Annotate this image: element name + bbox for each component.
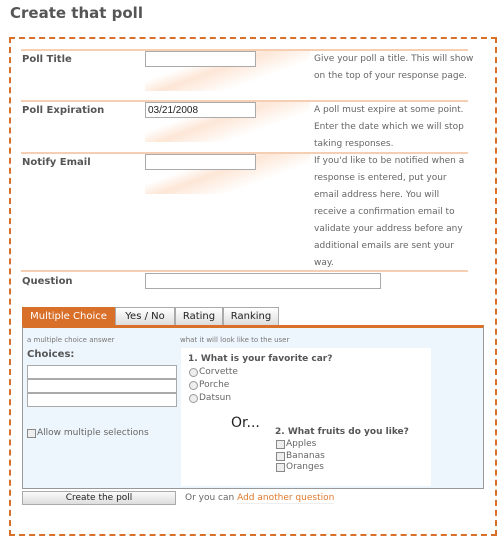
preview-question-1: 1. What is your favorite car?: [188, 354, 333, 364]
create-poll-button[interactable]: Create the poll: [22, 491, 176, 505]
choice-input-2[interactable]: [27, 379, 177, 393]
page-title: Create that poll: [10, 4, 143, 22]
checkbox-icon: [27, 428, 36, 438]
notify-email-desc: If you'd like to be notified when a resp…: [314, 156, 465, 268]
preview-option[interactable]: Corvette: [189, 367, 238, 377]
checkbox-icon: [276, 451, 285, 461]
checkbox-icon: [276, 462, 285, 472]
or-text: Or...: [231, 415, 260, 431]
poll-expiration-label: Poll Expiration: [22, 105, 105, 116]
allow-multiple-label: Allow multiple selections: [37, 428, 149, 438]
right-caption: what it will look like to the user: [180, 336, 290, 344]
choice-input-3[interactable]: [27, 393, 177, 407]
poll-title-desc: Give your poll a title. This will show o…: [314, 54, 474, 81]
tab-multiple-choice[interactable]: Multiple Choice: [22, 307, 115, 326]
choices-label: Choices:: [27, 349, 75, 360]
or-you-can-text: Or you can: [185, 493, 235, 503]
preview-option[interactable]: Bananas: [276, 451, 325, 461]
left-caption: a multiple choice answer: [27, 336, 115, 344]
allow-multiple-checkbox[interactable]: Allow multiple selections: [27, 428, 149, 438]
radio-icon: [189, 380, 198, 390]
preview-option[interactable]: Porche: [189, 380, 229, 390]
poll-title-label: Poll Title: [22, 54, 72, 65]
add-question-link[interactable]: Add another question: [237, 493, 335, 504]
radio-icon: [189, 367, 198, 377]
question-input[interactable]: [145, 273, 381, 289]
radio-icon: [189, 393, 198, 403]
notify-email-input[interactable]: [145, 154, 256, 170]
divider: [21, 270, 468, 272]
poll-title-input[interactable]: [145, 51, 256, 67]
preview-option[interactable]: Oranges: [276, 462, 324, 472]
question-label: Question: [22, 276, 73, 287]
tab-ranking[interactable]: Ranking: [223, 307, 279, 326]
choice-input-1[interactable]: [27, 365, 177, 379]
checkbox-icon: [276, 439, 285, 449]
tab-rating[interactable]: Rating: [175, 307, 223, 326]
poll-expiration-input[interactable]: [145, 102, 256, 118]
preview-option[interactable]: Apples: [276, 439, 316, 449]
preview-question-2: 2. What fruits do you like?: [275, 427, 409, 437]
tab-yes-no[interactable]: Yes / No: [115, 307, 175, 326]
preview-option[interactable]: Datsun: [189, 393, 231, 403]
poll-expiration-desc: A poll must expire at some point. Enter …: [314, 105, 464, 149]
notify-email-label: Notify Email: [22, 157, 91, 168]
